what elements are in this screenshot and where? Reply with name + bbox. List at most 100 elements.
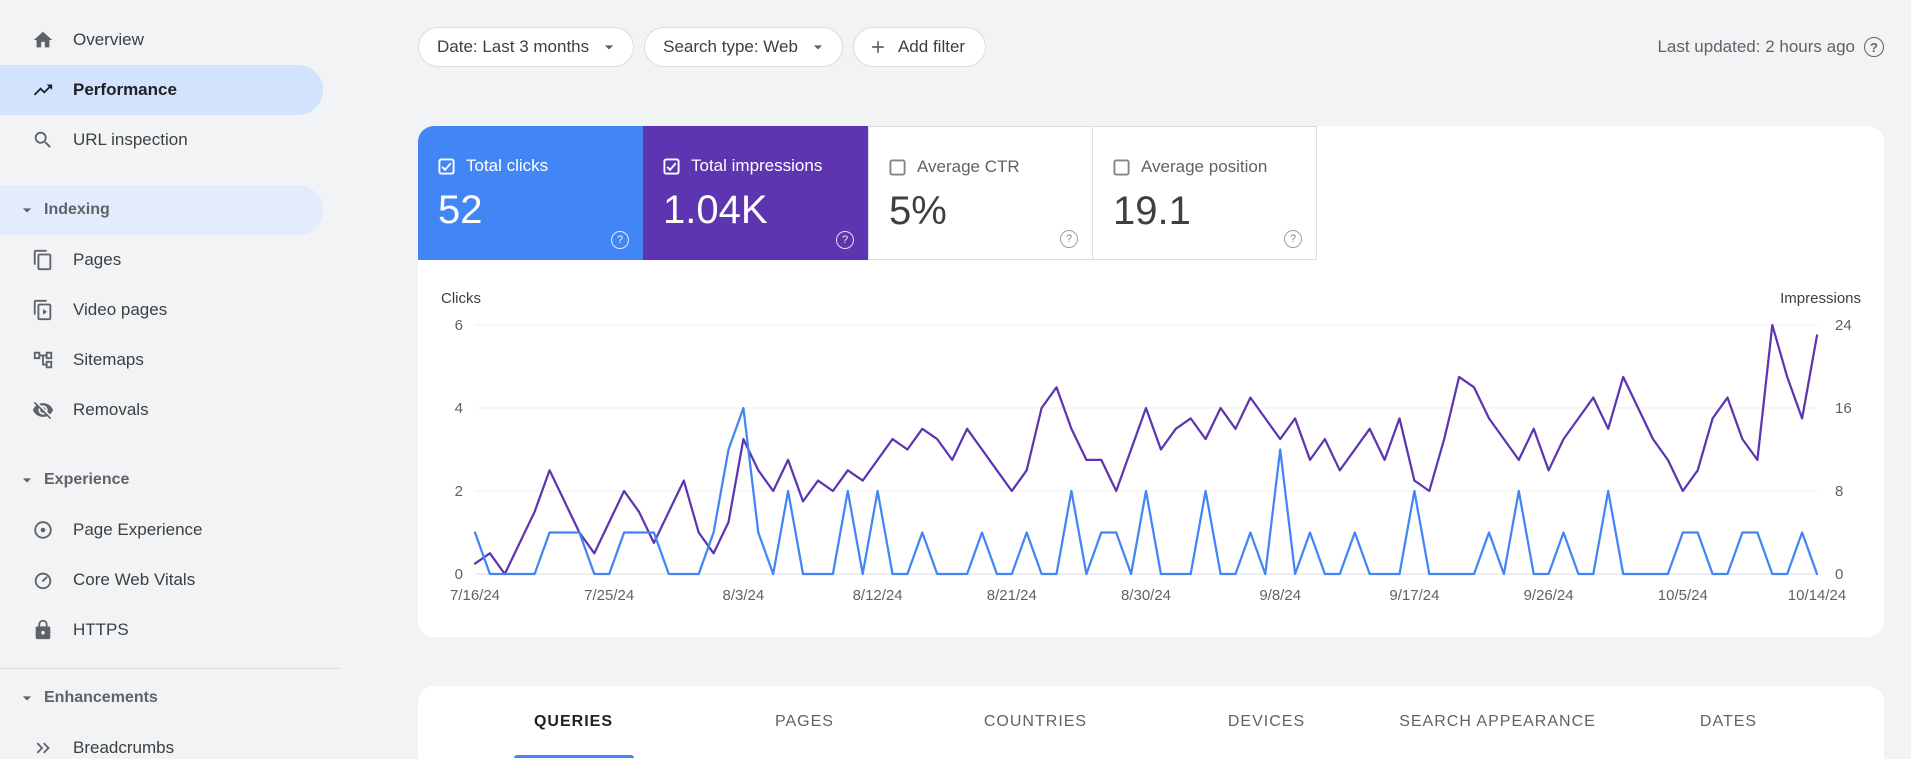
chevron-down-icon [599, 37, 619, 57]
help-icon[interactable]: ? [611, 231, 629, 249]
metric-label: Total impressions [691, 156, 823, 175]
sidebar-item-label: Overview [73, 30, 144, 49]
x-axis-tick: 8/3/24 [723, 587, 765, 604]
lock-icon [32, 619, 54, 641]
left-axis-tick: 4 [455, 400, 463, 417]
sidebar-item-performance[interactable]: Performance [0, 65, 323, 115]
performance-chart[interactable]: 0246081624Clicks Impressions7/16/24 7/25/2… [418, 286, 1884, 626]
tab-queries[interactable]: QUERIES [458, 686, 689, 758]
sidebar-section-experience[interactable]: Experience [0, 455, 323, 505]
sidebar-item-label: Core Web Vitals [73, 570, 196, 589]
sidebar-item-label: Page Experience [73, 520, 203, 539]
metric-average-ctr[interactable]: Average CTR 5% ? [868, 126, 1093, 260]
metric-total-clicks[interactable]: Total clicks 52 ? [418, 126, 643, 260]
sidebar-item-label: Breadcrumbs [73, 738, 175, 757]
x-axis-tick: 10/14/24 [1788, 587, 1846, 604]
metric-value: 19.1 [1113, 189, 1191, 233]
chevron-down-icon [17, 200, 37, 220]
search-type-filter-label: Search type: Web [663, 37, 798, 56]
last-updated-text: Last updated: 2 hours ago [1657, 37, 1855, 56]
left-axis-title: Clicks [441, 290, 481, 307]
add-filter-label: Add filter [897, 37, 966, 56]
tab-label: PAGES [775, 713, 834, 730]
filter-toolbar: Date: Last 3 months Search type: Web Add… [418, 27, 1884, 67]
metric-average-position[interactable]: Average position 19.1 ? [1092, 126, 1317, 260]
help-icon[interactable]: ? [1864, 37, 1884, 57]
right-axis-tick: 0 [1835, 566, 1843, 583]
help-icon[interactable]: ? [1060, 230, 1078, 248]
tab-pages[interactable]: PAGES [689, 686, 920, 758]
x-axis-tick: 8/30/24 [1121, 587, 1171, 604]
x-axis-tick: 8/12/24 [853, 587, 903, 604]
sitemap-icon [32, 349, 54, 371]
sidebar-item-label: Pages [73, 250, 122, 269]
date-filter-label: Date: Last 3 months [437, 37, 590, 56]
tab-label: COUNTRIES [983, 713, 1088, 730]
sidebar: Overview Performance URL inspection Inde… [0, 0, 340, 759]
main-content: Date: Last 3 months Search type: Web Add… [323, 0, 1911, 759]
metric-value: 1.04K [663, 188, 768, 232]
sidebar-item-url-inspection[interactable]: URL inspection [0, 115, 323, 165]
x-axis-tick: 8/21/24 [987, 587, 1037, 604]
metric-value: 5% [889, 189, 947, 233]
checkbox-unchecked-icon[interactable] [1113, 158, 1130, 176]
plus-icon [868, 37, 888, 57]
x-axis-tick: 10/5/24 [1658, 587, 1708, 604]
sidebar-section-label: Enhancements [44, 689, 158, 706]
right-axis-tick: 24 [1835, 317, 1852, 334]
sidebar-item-label: Video pages [73, 300, 168, 319]
right-axis-tick: 8 [1835, 483, 1843, 500]
sidebar-item-https[interactable]: HTTPS [0, 605, 323, 655]
tab-dates[interactable]: DATES [1613, 686, 1844, 758]
sidebar-item-sitemaps[interactable]: Sitemaps [0, 335, 323, 385]
sidebar-item-pages[interactable]: Pages [0, 235, 323, 285]
sidebar-item-video-pages[interactable]: Video pages [0, 285, 323, 335]
x-axis-tick: 9/26/24 [1524, 587, 1574, 604]
sidebar-section-indexing[interactable]: Indexing [0, 185, 323, 235]
chevron-down-icon [808, 37, 828, 57]
x-axis-tick: 9/17/24 [1389, 587, 1439, 604]
checkbox-checked-icon[interactable] [438, 157, 455, 175]
help-icon[interactable]: ? [1284, 230, 1302, 248]
chevron-down-icon [17, 688, 37, 708]
tab-countries[interactable]: COUNTRIES [920, 686, 1151, 758]
performance-panel: Total clicks 52 ? Total impressions 1.04… [418, 126, 1884, 637]
video-pages-icon [32, 299, 54, 321]
left-axis-tick: 0 [455, 566, 463, 583]
metric-label: Total clicks [466, 156, 549, 175]
breadcrumbs-icon [32, 737, 54, 759]
sidebar-section-enhancements[interactable]: Enhancements [0, 673, 323, 723]
chevron-down-icon [17, 470, 37, 490]
home-icon [32, 29, 54, 51]
sidebar-item-breadcrumbs[interactable]: Breadcrumbs [0, 723, 323, 759]
sidebar-item-core-web-vitals[interactable]: Core Web Vitals [0, 555, 323, 605]
metrics-row: Total clicks 52 ? Total impressions 1.04… [418, 126, 1884, 260]
date-filter-button[interactable]: Date: Last 3 months [418, 27, 635, 67]
tab-devices[interactable]: DEVICES [1151, 686, 1382, 758]
left-axis-tick: 6 [455, 317, 463, 334]
metric-value: 52 [438, 188, 483, 232]
checkbox-unchecked-icon[interactable] [889, 158, 906, 176]
metric-label: Average position [1141, 157, 1268, 176]
trending-up-icon [32, 79, 54, 101]
sidebar-item-removals[interactable]: Removals [0, 385, 323, 435]
search-type-filter-button[interactable]: Search type: Web [644, 27, 843, 67]
sidebar-item-overview[interactable]: Overview [0, 15, 323, 65]
tab-search-appearance[interactable]: SEARCH APPEARANCE [1382, 686, 1613, 758]
tab-label: DATES [1699, 713, 1758, 730]
sidebar-section-label: Experience [44, 471, 130, 488]
x-axis-tick: 7/16/24 [450, 587, 500, 604]
add-filter-button[interactable]: Add filter [852, 27, 987, 67]
circle-icon [32, 519, 54, 541]
metric-total-impressions[interactable]: Total impressions 1.04K ? [643, 126, 868, 260]
sidebar-divider [0, 668, 340, 669]
sidebar-item-page-experience[interactable]: Page Experience [0, 505, 323, 555]
last-updated: Last updated: 2 hours ago ? [1657, 37, 1884, 57]
sidebar-item-label: Performance [73, 80, 177, 99]
sidebar-section-label: Indexing [44, 201, 110, 218]
tab-label: DEVICES [1227, 713, 1306, 730]
checkbox-checked-icon[interactable] [663, 157, 680, 175]
gauge-icon [32, 569, 54, 591]
help-icon[interactable]: ? [836, 231, 854, 249]
visibility-off-icon [32, 399, 54, 421]
